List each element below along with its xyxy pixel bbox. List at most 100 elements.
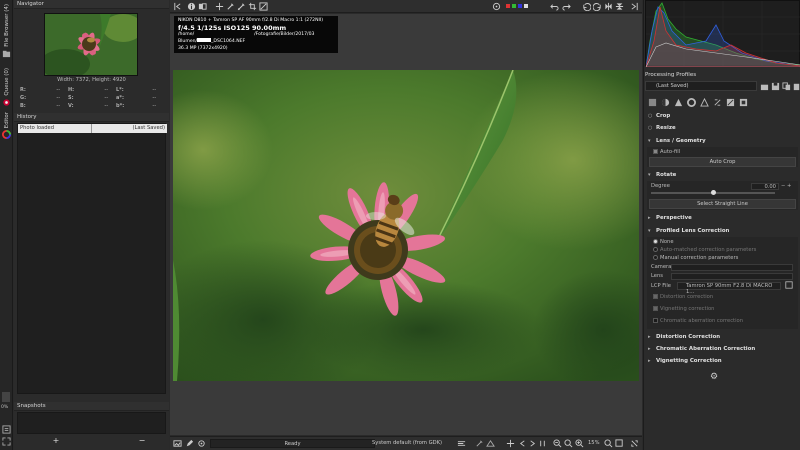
next-image-icon[interactable] [528, 439, 537, 448]
flip-vertical-icon[interactable] [615, 2, 624, 11]
select-straight-line-button[interactable]: Select Straight Line [649, 199, 796, 209]
before-after-icon[interactable] [198, 2, 207, 11]
zoom-out-icon[interactable] [553, 439, 562, 448]
red-channel-toggle[interactable] [506, 4, 510, 8]
lens-select[interactable] [671, 273, 793, 280]
chromatic-aberration-section[interactable]: Chromatic Aberration Correction [647, 344, 798, 354]
tab-editor[interactable]: Editor [1, 112, 12, 140]
preferences-icon[interactable] [2, 425, 11, 434]
snapshots-title: Snapshots [14, 402, 169, 411]
auto-crop-button[interactable]: Auto Crop [649, 157, 796, 167]
fullscreen-icon[interactable] [2, 437, 11, 446]
readout-value: -- [104, 87, 108, 93]
radio-manual[interactable]: Manual correction parameters [653, 255, 738, 261]
histogram[interactable] [645, 0, 800, 67]
main-image[interactable] [173, 70, 639, 381]
lens-geometry-section[interactable]: Lens / Geometry [647, 136, 798, 146]
resize-section[interactable]: Resize [647, 123, 798, 133]
rotate-left-icon[interactable] [582, 2, 591, 11]
rotate-right-icon[interactable] [593, 2, 602, 11]
sync-image-icon[interactable] [538, 439, 547, 448]
readout-label: R: [20, 87, 26, 93]
vignetting-checkbox[interactable]: Vignetting correction [653, 306, 714, 312]
drag-handle-icon[interactable]: ⚙ [710, 372, 718, 382]
degree-input[interactable]: 0.00 [751, 183, 779, 190]
load-profile-icon[interactable] [760, 82, 769, 91]
exif-filename: _DSC1064.NEF [211, 39, 246, 45]
copy-profile-icon[interactable] [782, 82, 791, 91]
color-tab-icon[interactable] [687, 98, 696, 107]
favorites-tab-icon[interactable] [648, 98, 657, 107]
color-picker-icon[interactable] [237, 2, 246, 11]
degree-slider-handle[interactable] [711, 190, 716, 195]
zoom-100-icon[interactable] [564, 439, 573, 448]
profiled-lens-section[interactable]: Profiled Lens Correction [647, 226, 798, 236]
crop-section[interactable]: Crop [647, 111, 798, 121]
save-profile-icon[interactable] [771, 82, 780, 91]
white-balance-picker-icon[interactable] [226, 2, 235, 11]
editor-settings-icon[interactable] [197, 439, 206, 448]
flip-horizontal-icon[interactable] [604, 2, 613, 11]
degree-spin[interactable]: − + [781, 183, 791, 189]
intent-icon[interactable] [457, 439, 466, 448]
readout-value: -- [152, 87, 156, 93]
radio-auto[interactable]: Auto-matched correction parameters [653, 247, 756, 253]
distortion-correction-section[interactable]: Distortion Correction [647, 332, 798, 342]
edit-icon[interactable] [185, 439, 194, 448]
processing-profile-select[interactable]: (Last Saved) [645, 81, 757, 91]
advanced-tab-icon[interactable] [700, 98, 709, 107]
focus-mask-icon[interactable] [492, 2, 501, 11]
perspective-section[interactable]: Perspective [647, 213, 798, 223]
add-snapshot-button[interactable]: + [50, 436, 62, 446]
image-icon[interactable] [173, 439, 182, 448]
previous-image-icon[interactable] [518, 439, 527, 448]
camera-select[interactable] [671, 264, 793, 271]
hide-left-panel-icon[interactable] [173, 2, 182, 11]
radio-none[interactable]: None [653, 239, 674, 245]
luminance-toggle[interactable] [524, 4, 528, 8]
rotate-section[interactable]: Rotate [647, 170, 798, 180]
vignetting-correction-section[interactable]: Vignetting Correction [647, 356, 798, 366]
new-window-icon[interactable] [630, 439, 639, 448]
auto-fill-checkbox[interactable]: Auto-fill [653, 149, 680, 155]
exif-redaction [197, 38, 212, 43]
green-channel-toggle[interactable] [512, 4, 516, 8]
transform-tab-icon[interactable] [713, 98, 722, 107]
status-text: Ready [284, 441, 301, 447]
raw-tab-icon[interactable] [726, 98, 735, 107]
distortion-checkbox[interactable]: Distortion correction [653, 294, 713, 300]
history-row[interactable]: Photo loaded (Last Saved) [18, 124, 167, 133]
gamut-check-icon[interactable] [486, 439, 495, 448]
hide-right-panel-icon[interactable] [630, 2, 639, 11]
straighten-icon[interactable] [259, 2, 268, 11]
zoom-fit-crop-icon[interactable] [615, 439, 624, 448]
blue-channel-toggle[interactable] [518, 4, 522, 8]
crop-tool-icon[interactable] [248, 2, 257, 11]
zoom-in-icon[interactable] [575, 439, 584, 448]
hand-tool-icon[interactable] [215, 2, 224, 11]
ca-checkbox[interactable]: Chromatic aberration correction [653, 318, 743, 324]
history-list[interactable]: Photo loaded (Last Saved) [17, 123, 167, 394]
snapshots-list[interactable] [17, 412, 166, 434]
zoom-fit-icon[interactable] [604, 439, 613, 448]
navigator-thumbnail[interactable] [44, 13, 138, 76]
exif-exposure: f/4.5 1/125s ISO125 90.00mm [178, 24, 287, 33]
info-icon[interactable] [187, 2, 196, 11]
lcp-reset-icon[interactable] [785, 281, 793, 289]
paste-profile-icon[interactable] [792, 82, 800, 91]
exposure-tab-icon[interactable] [661, 98, 670, 107]
output-profile-select[interactable]: System default (from GDK) [370, 439, 448, 448]
tab-queue[interactable]: Queue (0) [1, 68, 12, 107]
details-tab-icon[interactable] [674, 98, 683, 107]
remove-snapshot-button[interactable]: − [136, 436, 148, 446]
distortion-check [653, 294, 658, 299]
redo-icon[interactable] [562, 2, 571, 11]
navigator-title: Navigator [14, 0, 169, 9]
lcp-file-chooser[interactable]: Tamron SP 90mm F2.8 Di MACRO 1... [677, 282, 781, 295]
metadata-tab-icon[interactable] [739, 98, 748, 107]
undo-icon[interactable] [550, 2, 559, 11]
soft-proofing-icon[interactable] [475, 439, 484, 448]
navigation-icon[interactable] [506, 439, 515, 448]
ca-label: Chromatic aberration correction [660, 318, 743, 324]
tab-file-browser[interactable]: File Browser (4) [1, 4, 12, 58]
